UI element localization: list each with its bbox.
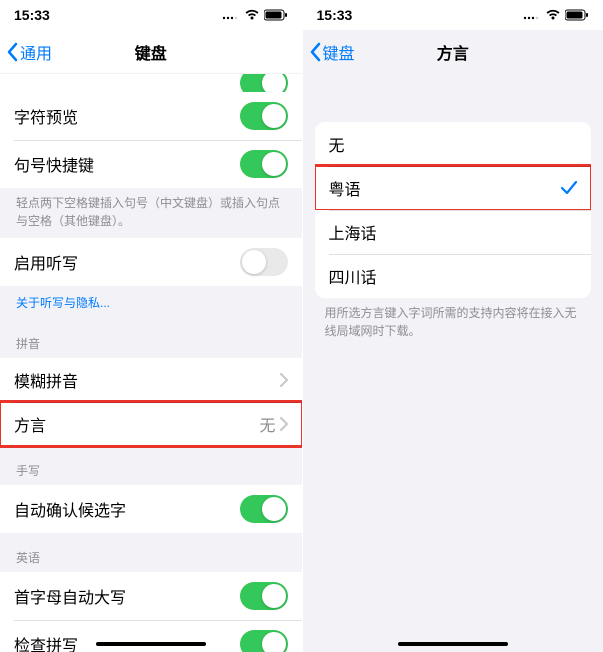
check-spelling-row[interactable]: 检查拼写 <box>0 620 302 652</box>
fuzzy-pinyin-row[interactable]: 模糊拼音 <box>0 358 302 402</box>
option-sichuanese-label: 四川话 <box>329 264 377 288</box>
wifi-icon <box>545 9 561 21</box>
auto-cap-toggle[interactable] <box>240 582 288 610</box>
cellular-icon <box>523 10 541 20</box>
status-time: 15:33 <box>14 7 50 23</box>
status-bar: 15:33 <box>303 0 603 30</box>
nav-bar: 通用 键盘 <box>0 30 302 74</box>
back-label: 键盘 <box>323 40 355 64</box>
option-cantonese[interactable]: 粤语 <box>315 166 592 210</box>
option-shanghainese-label: 上海话 <box>329 220 377 244</box>
dictation-privacy-link[interactable]: 关于听写与隐私... <box>0 286 302 319</box>
auto-confirm-row[interactable]: 自动确认候选字 <box>0 485 302 533</box>
option-shanghainese[interactable]: 上海话 <box>315 210 592 254</box>
char-preview-row[interactable]: 字符预览 <box>0 92 302 140</box>
auto-confirm-toggle[interactable] <box>240 495 288 523</box>
check-spelling-toggle[interactable] <box>240 630 288 652</box>
section-handwriting: 手写 <box>0 446 302 485</box>
option-sichuanese[interactable]: 四川话 <box>315 254 592 298</box>
chevron-right-icon <box>280 373 288 387</box>
char-preview-toggle[interactable] <box>240 102 288 130</box>
dialect-label: 方言 <box>14 412 46 436</box>
dictation-label: 启用听写 <box>14 250 78 274</box>
home-indicator <box>96 642 206 646</box>
left-screen: 15:33 通用 键盘 字符预览 <box>0 0 302 652</box>
period-shortcut-label: 句号快捷键 <box>14 152 94 176</box>
dialect-value: 无 <box>259 412 275 436</box>
section-english: 英语 <box>0 533 302 572</box>
fuzzy-pinyin-label: 模糊拼音 <box>14 368 78 392</box>
auto-cap-row[interactable]: 首字母自动大写 <box>0 572 302 620</box>
chevron-right-icon <box>280 417 288 431</box>
dictation-row[interactable]: 启用听写 <box>0 238 302 286</box>
status-icons <box>523 9 589 21</box>
option-none[interactable]: 无 <box>315 122 592 166</box>
battery-icon <box>264 9 288 21</box>
char-preview-label: 字符预览 <box>14 104 78 128</box>
option-cantonese-label: 粤语 <box>329 176 361 200</box>
chevron-left-icon <box>6 42 18 62</box>
dialect-row[interactable]: 方言 无 <box>0 402 302 446</box>
wifi-icon <box>244 9 260 21</box>
status-time: 15:33 <box>317 7 353 23</box>
content: 字符预览 句号快捷键 轻点两下空格键插入句号（中文键盘）或插入句点与空格（其他键… <box>0 74 302 652</box>
option-none-label: 无 <box>329 132 345 156</box>
period-shortcut-toggle[interactable] <box>240 150 288 178</box>
footer-text: 用所选方言键入字词所需的支持内容将在接入无线局域网时下载。 <box>303 298 603 348</box>
check-spelling-label: 检查拼写 <box>14 632 78 652</box>
auto-cap-label: 首字母自动大写 <box>14 584 126 608</box>
status-icons <box>222 9 288 21</box>
back-label: 通用 <box>20 40 52 64</box>
right-screen: 15:33 键盘 方言 无 粤语 <box>302 0 603 652</box>
checkmark-icon <box>561 181 577 195</box>
back-button[interactable]: 通用 <box>6 40 52 64</box>
chevron-left-icon <box>309 42 321 62</box>
peek-row <box>0 74 302 92</box>
battery-icon <box>565 9 589 21</box>
home-indicator <box>398 642 508 646</box>
period-shortcut-row[interactable]: 句号快捷键 <box>0 140 302 188</box>
status-bar: 15:33 <box>0 0 302 30</box>
auto-confirm-label: 自动确认候选字 <box>14 497 126 521</box>
section-pinyin: 拼音 <box>0 319 302 358</box>
nav-bar: 键盘 方言 <box>303 30 603 74</box>
cellular-icon <box>222 10 240 20</box>
back-button[interactable]: 键盘 <box>309 40 355 64</box>
content: 无 粤语 上海话 四川话 用所选方言键入字词所需的支持内容将在接入无线局域网时下… <box>303 74 603 652</box>
dictation-toggle[interactable] <box>240 248 288 276</box>
footer-text-1: 轻点两下空格键插入句号（中文键盘）或插入句点与空格（其他键盘）。 <box>0 188 302 238</box>
